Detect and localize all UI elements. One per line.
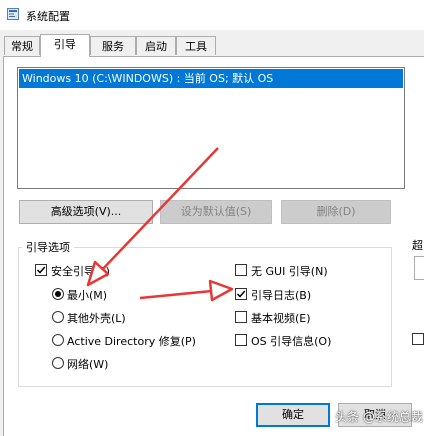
base-video-checkbox[interactable] xyxy=(235,311,247,323)
advanced-options-button[interactable]: 高级选项(V)... xyxy=(19,200,153,224)
os-list[interactable]: Windows 10 (C:\WINDOWS) : 当前 OS; 默认 OS xyxy=(17,67,405,189)
radio-network[interactable] xyxy=(52,357,64,369)
tab-boot[interactable]: 引导 xyxy=(40,34,90,57)
checkmark-icon xyxy=(36,266,46,274)
radio-selected-dot xyxy=(55,291,61,297)
radio-ad-repair-label: Active Directory 修复(P) xyxy=(67,335,196,348)
make-permanent-checkbox-clipped[interactable] xyxy=(412,333,424,345)
timeout-label-clipped: 超 xyxy=(412,239,423,252)
tab-services[interactable]: 服务 xyxy=(90,36,136,55)
radio-network-label: 网络(W) xyxy=(67,358,109,371)
tab-tools[interactable]: 工具 xyxy=(176,36,216,55)
no-gui-boot-label: 无 GUI 引导(N) xyxy=(251,265,328,278)
base-video-label: 基本视频(E) xyxy=(251,312,311,325)
safe-boot-label: 安全引导(F) xyxy=(51,265,110,278)
radio-ad-repair[interactable] xyxy=(52,334,64,346)
safe-boot-checkbox[interactable] xyxy=(35,264,47,276)
boot-log-label: 引导日志(B) xyxy=(251,289,312,302)
boot-options-label: 引导选项 xyxy=(22,239,74,255)
boot-log-checkbox[interactable] xyxy=(235,288,247,300)
radio-alternate-shell-label: 其他外壳(L) xyxy=(67,312,126,325)
title-bar: 系统配置 xyxy=(0,0,424,30)
os-list-item[interactable]: Windows 10 (C:\WINDOWS) : 当前 OS; 默认 OS xyxy=(19,69,403,88)
radio-alternate-shell[interactable] xyxy=(52,311,64,323)
os-boot-info-label: OS 引导信息(O) xyxy=(251,335,332,348)
system-config-icon xyxy=(7,8,19,20)
watermark: 头条 @系统总裁 xyxy=(335,410,423,424)
delete-button[interactable]: 删除(D) xyxy=(281,200,391,224)
os-boot-info-checkbox[interactable] xyxy=(235,334,247,346)
window-title: 系统配置 xyxy=(26,10,70,23)
checkmark-icon xyxy=(236,290,246,298)
set-default-button[interactable]: 设为默认值(S) xyxy=(160,200,272,224)
radio-minimal[interactable] xyxy=(52,288,64,300)
tab-strip: 常规 引导 服务 启动 工具 xyxy=(0,34,424,57)
radio-minimal-label: 最小(M) xyxy=(67,289,108,302)
timeout-input-clipped[interactable] xyxy=(414,256,424,280)
no-gui-boot-checkbox[interactable] xyxy=(235,264,247,276)
tab-startup[interactable]: 启动 xyxy=(136,36,176,55)
tab-general[interactable]: 常规 xyxy=(4,36,40,55)
ok-button[interactable]: 确定 xyxy=(256,403,330,427)
